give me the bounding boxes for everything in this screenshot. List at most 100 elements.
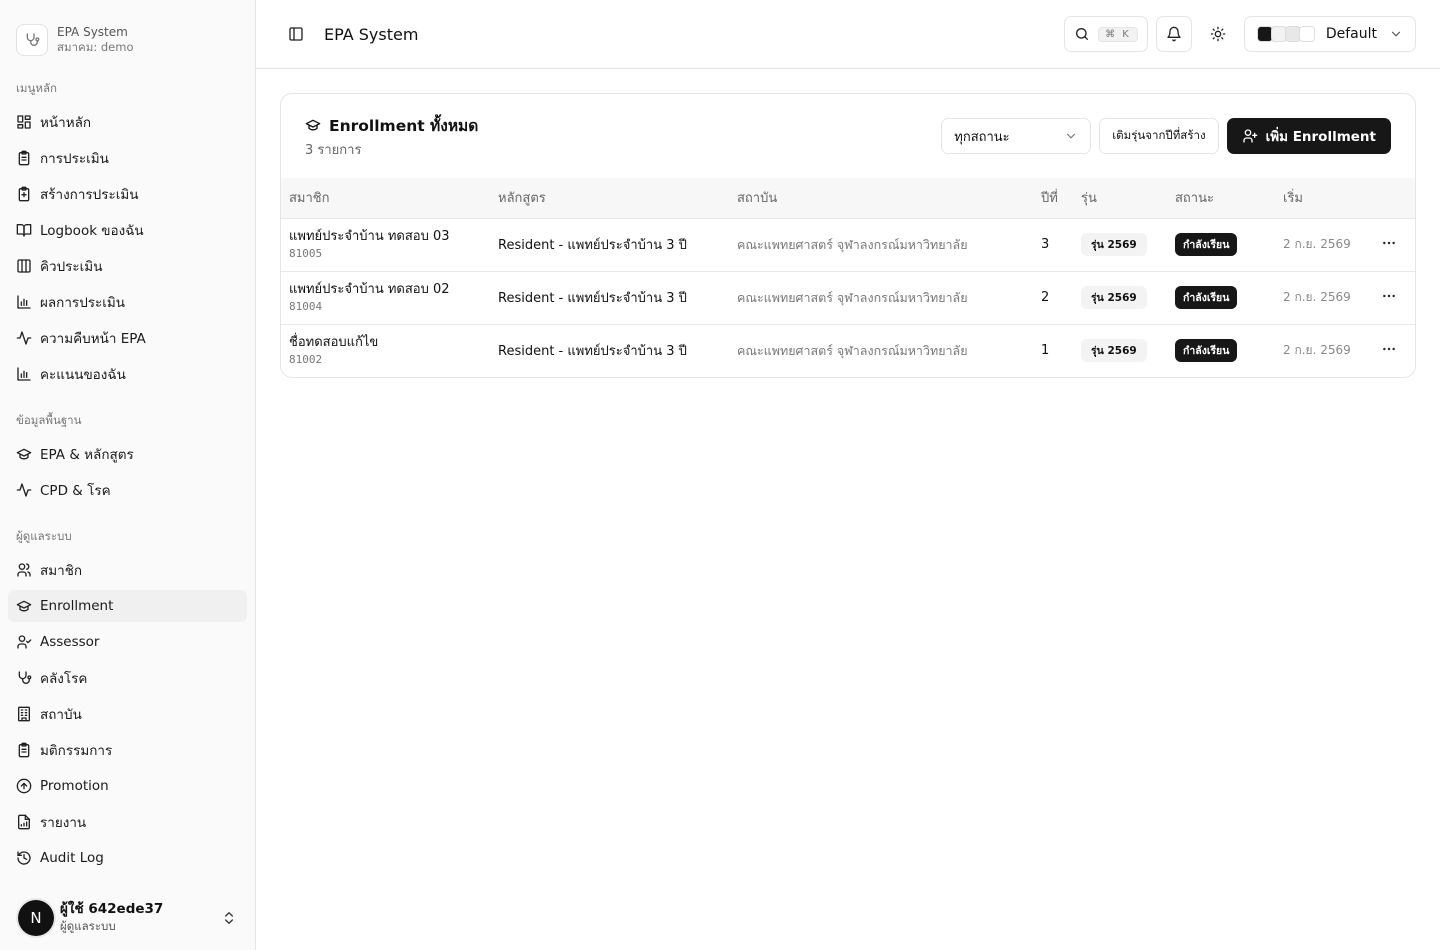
sun-icon	[1210, 26, 1226, 42]
sidebar-item-label: คลังโรค	[40, 671, 88, 687]
theme-label: Default	[1325, 26, 1377, 42]
chevrons-up-down-icon	[225, 912, 233, 924]
sidebar: EPA System สมาคม: demo เมนูหลัก หน้าหลักก…	[0, 0, 256, 950]
stethoscope-icon	[16, 24, 48, 56]
member-cell: ชื่อทดสอบแก้ไข 81002	[281, 324, 490, 377]
cohort-badge: รุ่น 2569	[1081, 339, 1147, 363]
sidebar-item-epa[interactable]: ความคืบหน้า EPA	[8, 322, 247, 354]
sidebar-item-label: Audit Log	[40, 850, 104, 866]
sidebar-item-label: รายงาน	[40, 815, 87, 831]
add-enrollment-button[interactable]: เพิ่ม Enrollment	[1226, 118, 1391, 154]
cohort-badge: รุ่น 2569	[1081, 286, 1147, 309]
sidebar-item-item-0-1[interactable]: การประเมิน	[8, 142, 247, 174]
column-header: หลักสูตร	[498, 191, 546, 207]
cohort-cell: รุ่น 2569	[1073, 218, 1167, 271]
status-filter-select[interactable]: ทุกสถานะ	[941, 118, 1092, 154]
user-check-icon	[17, 635, 32, 649]
program-cell: Resident - แพทย์ประจำบ้าน 3 ปี	[498, 344, 687, 360]
search-icon	[1076, 28, 1089, 40]
user-menu[interactable]: N ผู้ใช้ 642ede37 ผู้ดูแลระบบ	[8, 894, 247, 942]
theme-preset-select[interactable]: Default	[1244, 16, 1416, 52]
nav-group: สมาชิก Enrollment Assessor คลังโรคสถาบันมติ…	[0, 554, 255, 874]
sidebar-item-item-0-5[interactable]: ผลการประเมิน	[8, 286, 247, 318]
sidebar-item-label: ความคืบหน้า EPA	[40, 331, 146, 347]
sidebar-toggle-button[interactable]	[280, 18, 312, 50]
sidebar-item-cpd[interactable]: CPD & โรค	[8, 474, 247, 506]
program-cell: Resident - แพทย์ประจำบ้าน 3 ปี	[498, 291, 687, 306]
cohort-cell: รุ่น 2569	[1073, 324, 1167, 377]
chevron-down-icon	[1391, 31, 1401, 37]
member-id: 81005	[289, 246, 323, 260]
column-header	[1373, 178, 1415, 218]
users-icon	[17, 563, 31, 577]
sidebar-item-promotion[interactable]: Promotion	[8, 770, 247, 802]
main: EPA System ⌘ K Default Enrollment ทั้งหม…	[256, 0, 1440, 950]
sidebar-item-label: มติกรรมการ	[40, 743, 113, 759]
graduation-cap-icon	[305, 119, 321, 131]
sidebar-item-item-2-7[interactable]: รายงาน	[8, 806, 247, 838]
status-cell: กำลังเรียน	[1167, 218, 1275, 271]
sidebar-item-item-0-2[interactable]: สร้างการประเมิน	[8, 178, 247, 210]
topbar: EPA System ⌘ K Default	[256, 0, 1440, 69]
sidebar-item-enrollment[interactable]: Enrollment	[8, 590, 247, 622]
table-row[interactable]: แพทย์ประจำบ้าน ทดสอบ 03 81005 Resident - แ…	[281, 218, 1415, 271]
cohort-badge: รุ่น 2569	[1081, 233, 1147, 256]
card-subtitle: 3 รายการ	[305, 142, 362, 158]
sidebar-item-item-0-7[interactable]: คะแนนของฉัน	[8, 358, 247, 390]
sidebar-item-label: คิวประเมิน	[40, 259, 103, 275]
nav-group-label: ผู้ดูแลระบบ	[16, 529, 72, 543]
notifications-button[interactable]	[1156, 16, 1192, 52]
institution-cell: คณะแพทยศาสตร์ จุฬาลงกรณ์มหาวิทยาลัย	[737, 289, 968, 305]
member-name: แพทย์ประจำบ้าน ทดสอบ 02	[289, 281, 450, 297]
page-title: EPA System	[324, 24, 419, 44]
row-actions-button[interactable]	[1373, 271, 1415, 324]
sidebar-item-item-0-4[interactable]: คิวประเมิน	[8, 250, 247, 282]
sidebar-item-label: Logbook ของฉัน	[40, 223, 144, 239]
sidebar-item-item-2-5[interactable]: มติกรรมการ	[8, 734, 247, 766]
program-cell: Resident - แพทย์ประจำบ้าน 3 ปี	[498, 238, 687, 253]
column-header: สถานะ	[1175, 191, 1214, 207]
nav-group-label: ข้อมูลพื้นฐาน	[16, 413, 82, 427]
row-actions-button[interactable]	[1373, 218, 1415, 271]
dashboard-icon	[17, 115, 31, 129]
sidebar-item-assessor[interactable]: Assessor	[8, 626, 247, 658]
status-badge: กำลังเรียน	[1175, 233, 1238, 256]
activity-icon	[16, 331, 32, 345]
search-button[interactable]: ⌘ K	[1064, 16, 1148, 52]
more-horizontal-icon	[1383, 241, 1395, 244]
sidebar-item-audit-log[interactable]: Audit Log	[8, 842, 247, 874]
user-role: ผู้ดูแลระบบ	[60, 919, 116, 933]
sidebar-item-item-0-0[interactable]: หน้าหลัก	[8, 106, 247, 138]
table-row[interactable]: ชื่อทดสอบแก้ไข 81002 Resident - แพทย์ประจำ…	[281, 324, 1415, 377]
fill-cohort-button[interactable]: เติมรุ่นจากปีที่สร้าง	[1099, 118, 1219, 154]
history-icon	[17, 851, 31, 865]
brand[interactable]: EPA System สมาคม: demo	[0, 0, 255, 64]
graduation-cap-icon	[16, 600, 32, 612]
avatar: N	[18, 900, 54, 936]
graduation-cap-icon	[16, 448, 32, 460]
table-header-row: สมาชิก หลักสูตร สถาบัน ปีที่ รุ่น สถานะ เริ่ม	[281, 178, 1415, 218]
columns-icon	[17, 259, 31, 273]
row-actions-button[interactable]	[1373, 324, 1415, 377]
card-title: Enrollment ทั้งหมด	[329, 116, 479, 135]
institution-cell: คณะแพทยศาสตร์ จุฬาลงกรณ์มหาวิทยาลัย	[737, 342, 968, 358]
sidebar-item-item-2-4[interactable]: สถาบัน	[8, 698, 247, 730]
member-id: 81002	[289, 352, 323, 366]
theme-toggle-button[interactable]	[1200, 16, 1236, 52]
sidebar-item-item-2-0[interactable]: สมาชิก	[8, 554, 247, 586]
enrollment-table: สมาชิก หลักสูตร สถาบัน ปีที่ รุ่น สถานะ เริ่ม …	[281, 178, 1415, 377]
sidebar-item-logbook[interactable]: Logbook ของฉัน	[8, 214, 247, 246]
sidebar-item-label: Enrollment	[40, 598, 114, 614]
table-body: แพทย์ประจำบ้าน ทดสอบ 03 81005 Resident - แ…	[281, 218, 1415, 377]
sidebar-item-label: สถาบัน	[40, 707, 82, 723]
sidebar-item-epa[interactable]: EPA & หลักสูตร	[8, 438, 247, 470]
table-row[interactable]: แพทย์ประจำบ้าน ทดสอบ 02 81004 Resident - แ…	[281, 271, 1415, 324]
sidebar-item-item-2-3[interactable]: คลังโรค	[8, 662, 247, 694]
more-horizontal-icon	[1383, 347, 1395, 350]
clipboard-icon	[18, 742, 30, 758]
sidebar-item-label: การประเมิน	[40, 151, 109, 167]
clipboard-icon	[18, 150, 30, 166]
year-cell: 2	[1041, 290, 1050, 305]
brand-name: EPA System	[57, 25, 128, 39]
card-header: Enrollment ทั้งหมด 3 รายการ ทุกสถานะ เติ…	[281, 94, 1415, 178]
